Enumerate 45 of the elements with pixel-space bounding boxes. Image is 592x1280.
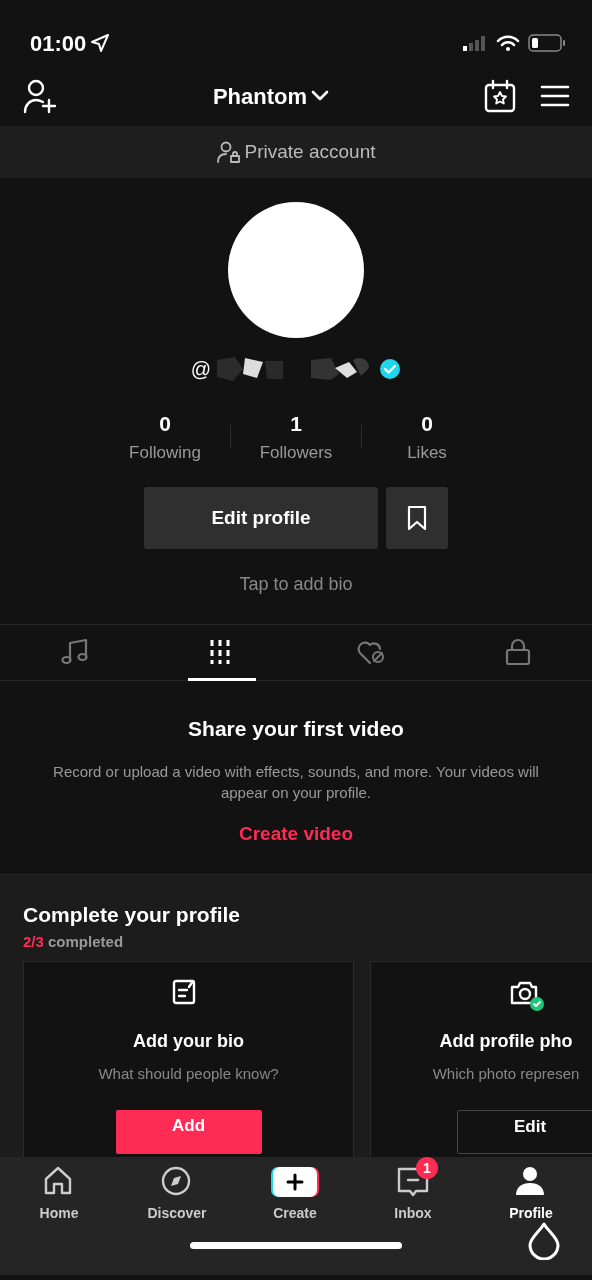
music-note-icon	[60, 637, 88, 666]
battery-icon	[528, 34, 566, 52]
calendar-star-icon[interactable]	[484, 79, 516, 113]
stat-count: 1	[289, 411, 303, 437]
signal-icon	[462, 35, 488, 51]
chat-icon	[396, 1165, 430, 1199]
handle-prefix: @	[190, 357, 212, 382]
chevron-down-icon	[311, 90, 330, 102]
add-friend-icon[interactable]	[22, 78, 58, 114]
card-text: Which photo represen	[431, 1064, 581, 1084]
location-arrow-icon	[90, 33, 111, 53]
stat-label: Likes	[406, 441, 448, 464]
bookmark-button[interactable]	[386, 487, 448, 549]
create-video-link[interactable]: Create video	[232, 818, 359, 849]
progress-text: 2/3 completed	[23, 931, 125, 952]
private-account-label: Private account	[244, 139, 376, 164]
edit-button[interactable]: Edit	[457, 1110, 592, 1154]
empty-state-text: Record or upload a video with effects, sounds, and more. Your videos will appear on your profile.	[52, 761, 540, 803]
person-lock-icon	[216, 140, 241, 164]
lock-icon	[504, 637, 532, 666]
notification-badge: 1	[416, 1157, 438, 1179]
touch-indicator-icon	[527, 1222, 561, 1260]
card-text: What should people know?	[98, 1064, 279, 1084]
account-switcher[interactable]: Phantom	[212, 79, 330, 113]
add-button[interactable]: Add	[115, 1110, 262, 1154]
stat-count: 0	[158, 411, 172, 437]
home-nav-item[interactable]: Home	[0, 1157, 118, 1224]
discover-nav-item[interactable]: Discover	[118, 1157, 236, 1224]
stat-label: Following	[128, 441, 202, 464]
stat-count: 0	[420, 411, 434, 437]
card-title: Add profile pho	[438, 1030, 574, 1053]
create-nav-item[interactable]: Create	[236, 1157, 354, 1224]
stat-label: Followers	[258, 441, 334, 464]
bio-placeholder[interactable]: Tap to add bio	[0, 571, 592, 598]
clock-time: 01:00	[30, 29, 87, 58]
wifi-icon	[496, 34, 520, 52]
bookmark-icon	[406, 505, 428, 531]
section-title: Complete your profile	[23, 902, 242, 928]
empty-state-title: Share your first video	[188, 716, 404, 742]
inbox-nav-item[interactable]: Inbox 1	[354, 1157, 472, 1224]
edit-profile-button[interactable]: Edit profile	[144, 487, 378, 549]
card-title: Add your bio	[133, 1030, 244, 1053]
profile-nav-item[interactable]: Profile	[472, 1157, 590, 1224]
plus-icon	[270, 1165, 320, 1199]
menu-icon[interactable]	[540, 84, 570, 108]
